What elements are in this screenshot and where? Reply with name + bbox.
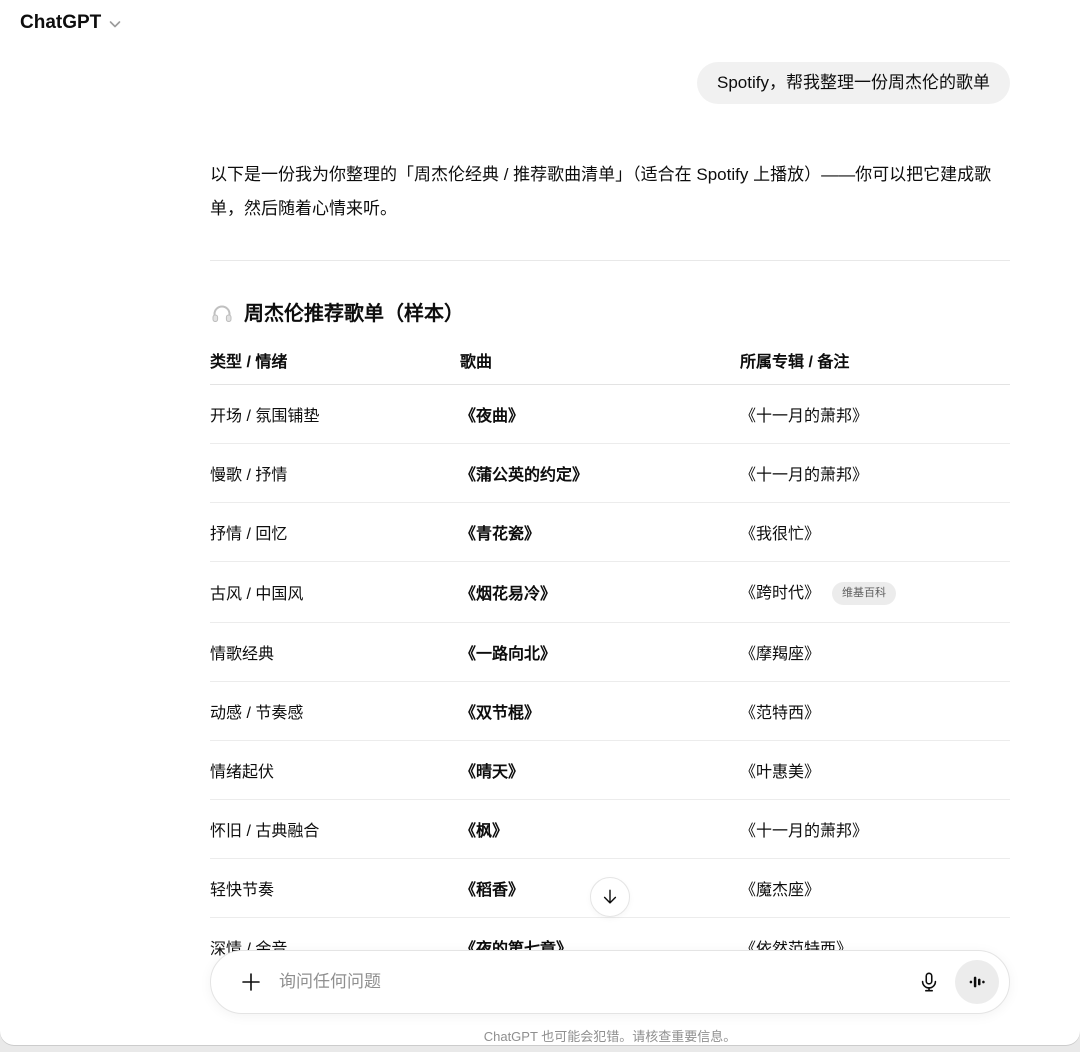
arrow-down-icon [600,887,620,907]
album-title: 《跨时代》 [740,585,820,602]
headphones-icon [210,302,234,326]
table-row: 慢歌 / 抒情 《蒲公英的约定》 《十一月的萧邦》 [210,444,1010,503]
table-row: 开场 / 氛围铺垫 《夜曲》 《十一月的萧邦》 [210,385,1010,444]
album-title: 《十一月的萧邦》 [740,823,868,840]
chat-column: Spotify，帮我整理一份周杰伦的歌单 以下是一份我为你整理的「周杰伦经典 /… [210,0,1010,976]
song-cell: 《蒲公英的约定》 [460,444,740,503]
album-cell: 《魔杰座》 [740,859,1010,918]
voice-mode-button[interactable] [955,960,999,1004]
type-cell: 怀旧 / 古典融合 [210,800,460,859]
song-cell: 《夜曲》 [460,385,740,444]
table-row: 动感 / 节奏感 《双节棍》 《范特西》 [210,682,1010,741]
playlist-heading: 周杰伦推荐歌单（样本） [210,300,1010,328]
chatgpt-window: ChatGPT Spotify，帮我整理一份周杰伦的歌单 以下是一份我为你整理的… [0,0,1080,1045]
table-header-row: 类型 / 情绪 歌曲 所属专辑 / 备注 [210,342,1010,385]
playlist-heading-text: 周杰伦推荐歌单（样本） [244,300,464,328]
album-cell: 《摩羯座》 [740,623,1010,682]
album-title: 《十一月的萧邦》 [740,408,868,425]
column-header-song: 歌曲 [460,342,740,385]
column-header-album: 所属专辑 / 备注 [740,342,1010,385]
scroll-to-bottom-button[interactable] [590,877,630,917]
table-row: 抒情 / 回忆 《青花瓷》 《我很忙》 [210,503,1010,562]
type-cell: 古风 / 中国风 [210,562,460,623]
song-cell: 《烟花易冷》 [460,562,740,623]
disclaimer-text: ChatGPT 也可能会犯错。请核查重要信息。 [210,1026,1010,1045]
album-title: 《叶惠美》 [740,764,820,781]
app-title: ChatGPT [20,12,101,34]
attach-plus-button[interactable] [235,966,267,998]
type-cell: 慢歌 / 抒情 [210,444,460,503]
type-cell: 情绪起伏 [210,741,460,800]
type-cell: 开场 / 氛围铺垫 [210,385,460,444]
type-cell: 情歌经典 [210,623,460,682]
message-input[interactable] [279,972,911,992]
assistant-intro-text: 以下是一份我为你整理的「周杰伦经典 / 推荐歌曲清单」（适合在 Spotify … [210,158,1010,226]
album-cell: 《我很忙》 [740,503,1010,562]
type-cell: 轻快节奏 [210,859,460,918]
album-cell: 《十一月的萧邦》 [740,800,1010,859]
table-row: 情绪起伏 《晴天》 《叶惠美》 [210,741,1010,800]
song-cell: 《双节棍》 [460,682,740,741]
album-title: 《魔杰座》 [740,882,820,899]
user-message-bubble: Spotify，帮我整理一份周杰伦的歌单 [697,62,1010,104]
song-cell: 《晴天》 [460,741,740,800]
song-cell: 《青花瓷》 [460,503,740,562]
user-message-row: Spotify，帮我整理一份周杰伦的歌单 [210,62,1010,104]
type-cell: 抒情 / 回忆 [210,503,460,562]
model-selector[interactable]: ChatGPT [14,8,129,38]
song-cell: 《枫》 [460,800,740,859]
album-title: 《十一月的萧邦》 [740,467,868,484]
table-row: 情歌经典 《一路向北》 《摩羯座》 [210,623,1010,682]
table-row: 古风 / 中国风 《烟花易冷》 《跨时代》维基百科 [210,562,1010,623]
album-title: 《摩羯座》 [740,646,820,663]
song-cell: 《一路向北》 [460,623,740,682]
album-cell: 《范特西》 [740,682,1010,741]
album-cell: 《跨时代》维基百科 [740,562,1010,623]
citation-badge-wikipedia[interactable]: 维基百科 [832,582,896,605]
album-title: 《范特西》 [740,705,820,722]
composer-bar [210,950,1010,1014]
type-cell: 动感 / 节奏感 [210,682,460,741]
album-cell: 《叶惠美》 [740,741,1010,800]
album-cell: 《十一月的萧邦》 [740,444,1010,503]
album-cell: 《十一月的萧邦》 [740,385,1010,444]
album-title: 《我很忙》 [740,526,820,543]
section-divider [210,260,1010,261]
column-header-type: 类型 / 情绪 [210,342,460,385]
table-row: 怀旧 / 古典融合 《枫》 《十一月的萧邦》 [210,800,1010,859]
microphone-icon[interactable] [911,964,947,1000]
chevron-down-icon [107,16,123,32]
